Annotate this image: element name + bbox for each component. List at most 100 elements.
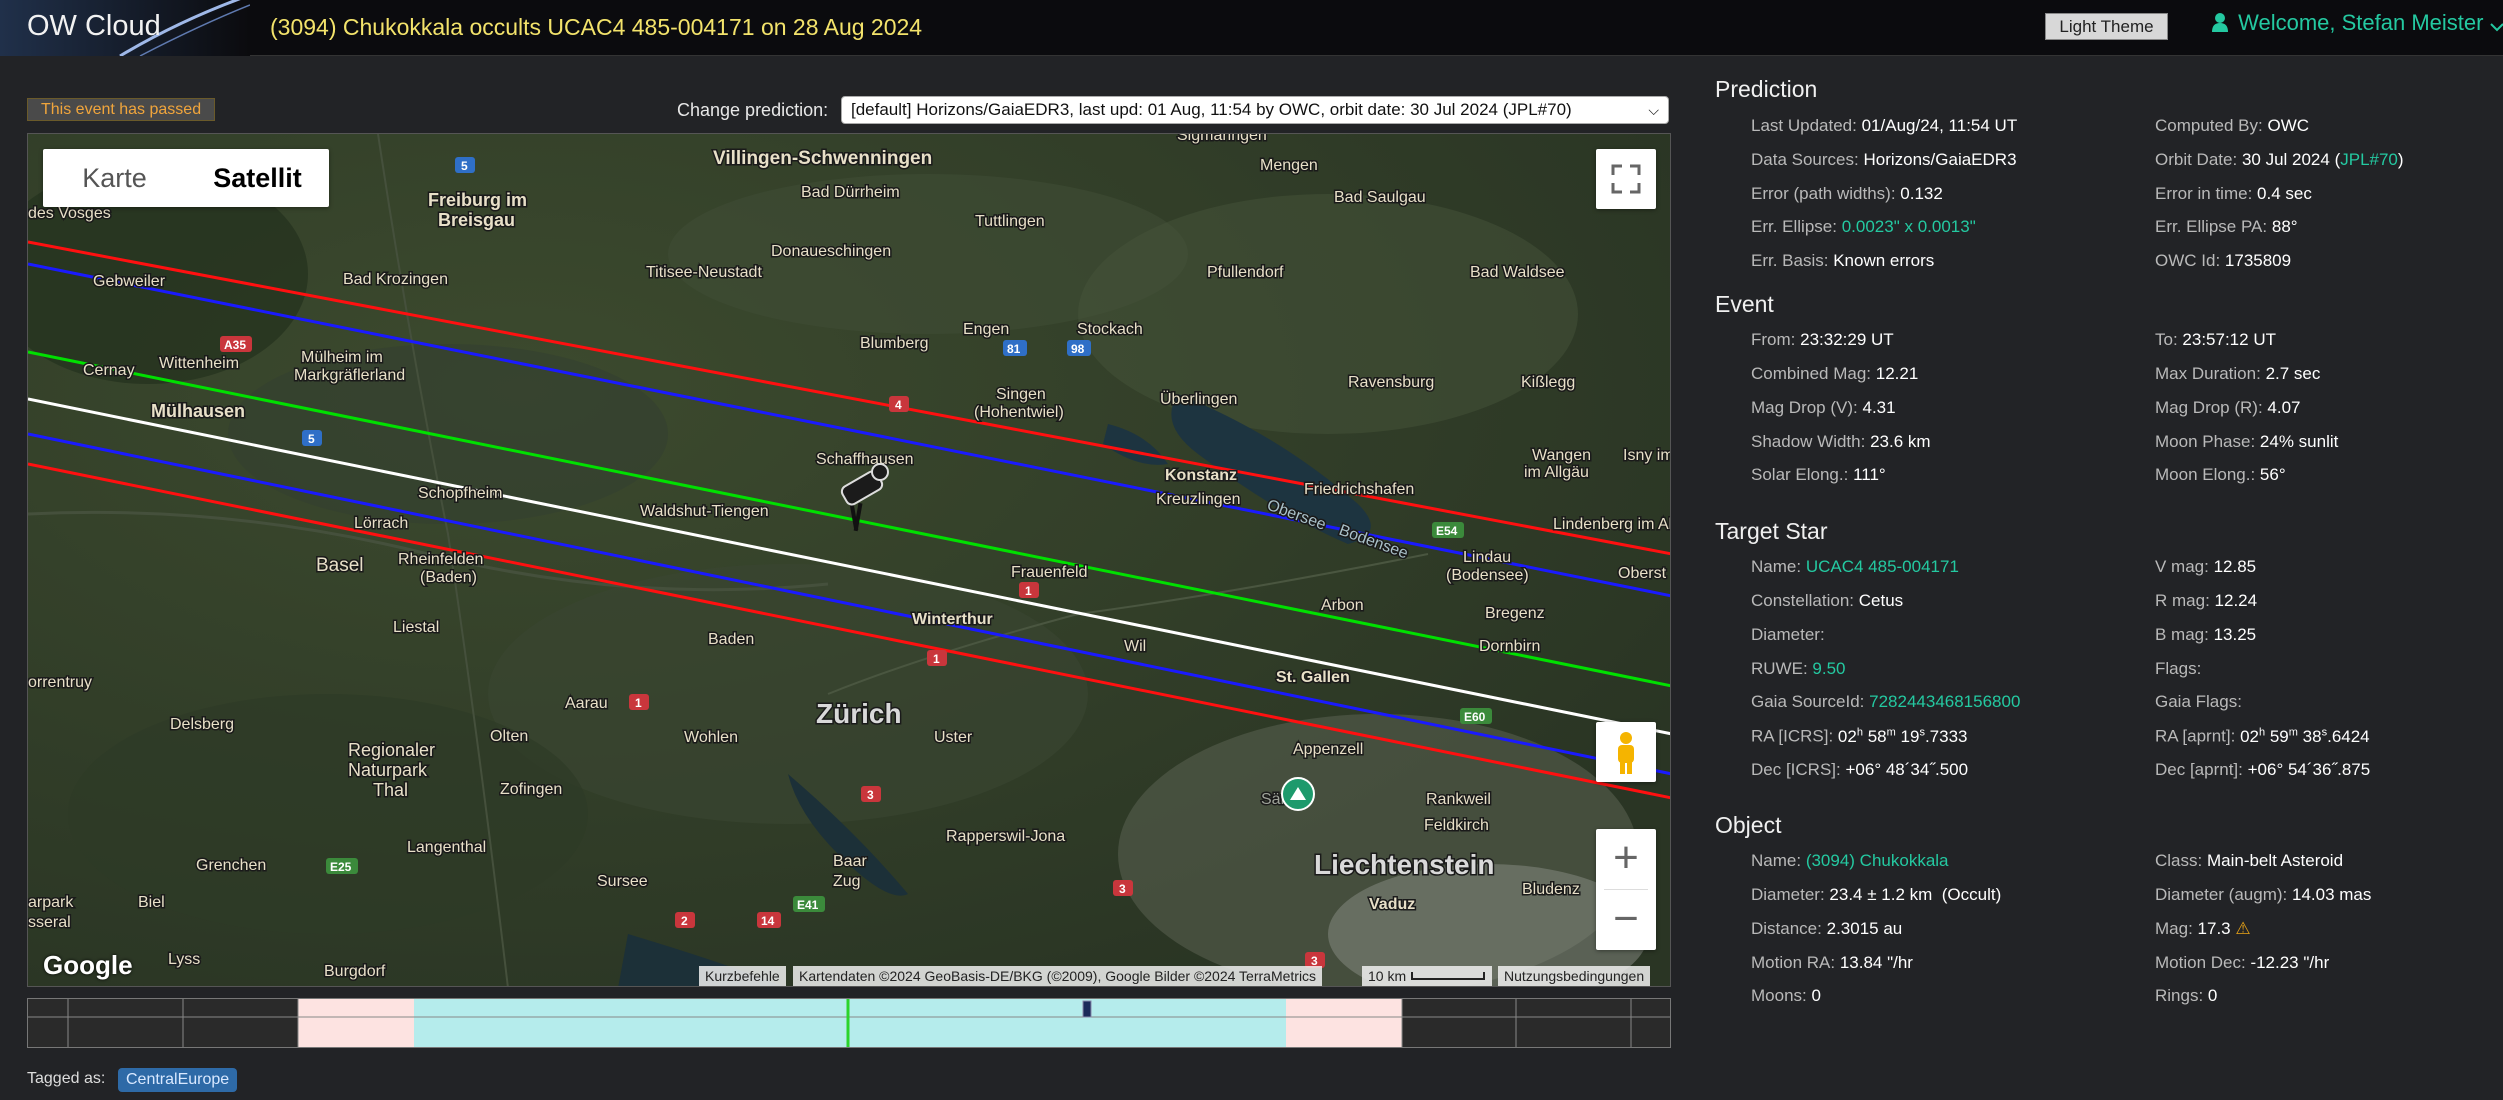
dec-aprnt-row: Dec [aprnt]: +06° 54´36˝.875 — [2155, 760, 2371, 779]
svg-text:Mülheim im: Mülheim im — [301, 349, 383, 366]
svg-text:3: 3 — [867, 788, 874, 802]
error-time-row: Error in time: 0.4 sec — [2155, 184, 2312, 203]
svg-text:Feldkirch: Feldkirch — [1424, 817, 1489, 834]
svg-text:Lörrach: Lörrach — [354, 515, 408, 532]
street-view-button[interactable] — [1596, 722, 1656, 782]
svg-text:Olten: Olten — [490, 728, 528, 745]
event-timeline[interactable] — [27, 998, 1671, 1048]
svg-text:Isny im: Isny im — [1623, 447, 1671, 464]
svg-text:1: 1 — [635, 696, 642, 710]
svg-text:Sigmaringen: Sigmaringen — [1177, 134, 1267, 144]
svg-text:Arbon: Arbon — [1321, 597, 1364, 614]
err-ellipse-row: Err. Ellipse: 0.0023" x 0.0013" — [1751, 217, 1976, 236]
v-mag-row: V mag: 12.85 — [2155, 557, 2257, 576]
svg-text:14: 14 — [761, 914, 775, 928]
keyboard-shortcuts-link[interactable]: Kurzbefehle — [699, 966, 786, 986]
svg-text:Konstanz: Konstanz — [1165, 467, 1237, 484]
object-name-link[interactable]: (3094) Chukokkala — [1806, 851, 1949, 870]
light-theme-button[interactable]: Light Theme — [2045, 13, 2168, 40]
b-mag-row: B mag: 13.25 — [2155, 625, 2257, 644]
svg-text:Pfullendorf: Pfullendorf — [1207, 264, 1284, 281]
svg-text:Zofingen: Zofingen — [500, 781, 562, 798]
svg-text:Breisgau: Breisgau — [438, 210, 515, 230]
object-name-row: Name: (3094) Chukokkala — [1751, 851, 1949, 870]
warning-icon[interactable]: ⚠ — [2235, 919, 2250, 938]
ruwe-link[interactable]: 9.50 — [1812, 659, 1845, 678]
err-ellipse-link[interactable]: 0.0023" x 0.0013" — [1842, 217, 1976, 236]
svg-text:Burgdorf: Burgdorf — [324, 963, 386, 980]
svg-text:E60: E60 — [1464, 710, 1486, 724]
svg-text:Kißlegg: Kißlegg — [1521, 374, 1575, 391]
svg-text:Appenzell: Appenzell — [1293, 741, 1363, 758]
prediction-section-title: Prediction — [1715, 76, 1818, 102]
event-title: (3094) Chukokkala occults UCAC4 485-0041… — [270, 14, 923, 40]
svg-text:Uster: Uster — [934, 729, 973, 746]
svg-text:Frauenfeld: Frauenfeld — [1011, 564, 1088, 581]
user-menu[interactable]: Welcome, Stefan Meister — [2212, 10, 2503, 36]
timeline-graphic — [28, 999, 1670, 1047]
svg-text:Wohlen: Wohlen — [684, 729, 738, 746]
svg-text:Dornbirn: Dornbirn — [1479, 638, 1540, 655]
svg-text:Überlingen: Überlingen — [1160, 390, 1237, 408]
svg-text:Regionaler: Regionaler — [348, 740, 435, 760]
mag-drop-r-row: Mag Drop (R): 4.07 — [2155, 398, 2301, 417]
event-passed-badge: This event has passed — [27, 98, 216, 121]
svg-text:Lindau: Lindau — [1463, 549, 1511, 566]
map-data-attribution[interactable]: Kartendaten ©2024 GeoBasis-DE/BKG (©2009… — [793, 966, 1323, 986]
star-name-link[interactable]: UCAC4 485-004171 — [1806, 557, 1959, 576]
moons-row: Moons: 0 — [1751, 986, 1821, 1005]
jpl-orbit-link[interactable]: JPL#70 — [2340, 150, 2398, 169]
svg-text:Baar: Baar — [833, 853, 867, 870]
svg-text:arpark: arpark — [28, 894, 74, 911]
map-type-karte-button[interactable]: Karte — [43, 149, 186, 207]
moon-elong-row: Moon Elong.: 56° — [2155, 465, 2286, 484]
err-ellipse-pa-row: Err. Ellipse PA: 88° — [2155, 217, 2298, 236]
prediction-select-value: [default] Horizons/GaiaEDR3, last upd: 0… — [851, 100, 1572, 119]
timeline-position-marker[interactable] — [1082, 1000, 1092, 1018]
fullscreen-button[interactable] — [1596, 149, 1656, 209]
svg-text:Lyss: Lyss — [168, 951, 200, 968]
zoom-in-button[interactable]: + — [1596, 829, 1656, 889]
svg-text:sseral: sseral — [28, 914, 71, 931]
constellation-row: Constellation: Cetus — [1751, 591, 1904, 610]
mag-drop-v-row: Mag Drop (V): 4.31 — [1751, 398, 1896, 417]
logo-text: OW Cloud — [27, 10, 161, 42]
svg-text:Oberst: Oberst — [1618, 565, 1667, 582]
prediction-select[interactable]: [default] Horizons/GaiaEDR3, last upd: 0… — [841, 96, 1669, 124]
object-diameter-row: Diameter: 23.4 ± 1.2 km (Occult) — [1751, 885, 2002, 904]
svg-text:81: 81 — [1007, 342, 1021, 356]
svg-text:1: 1 — [1025, 584, 1032, 598]
data-sources-row: Data Sources: Horizons/GaiaEDR3 — [1751, 150, 2017, 169]
error-path-row: Error (path widths): 0.132 — [1751, 184, 1943, 203]
mountain-icon[interactable] — [1281, 777, 1315, 811]
pegman-icon — [1618, 732, 1634, 774]
svg-text:Friedrichshafen: Friedrichshafen — [1304, 481, 1414, 498]
ra-aprnt-row: RA [aprnt]: 02h 59m 38s.6424 — [2155, 726, 2370, 746]
change-prediction-label: Change prediction: — [677, 100, 829, 120]
app-logo[interactable]: OW Cloud — [0, 0, 250, 56]
zoom-control: + − — [1596, 829, 1656, 950]
svg-text:Schaffhausen: Schaffhausen — [816, 451, 914, 468]
svg-text:Basel: Basel — [316, 555, 364, 576]
svg-text:Wil: Wil — [1124, 638, 1146, 655]
gaia-sourceid-link[interactable]: 7282443468156800 — [1869, 692, 2020, 711]
svg-text:Baden: Baden — [708, 631, 754, 648]
combined-mag-row: Combined Mag: 12.21 — [1751, 364, 1919, 383]
terms-of-use-link[interactable]: Nutzungsbedingungen — [1498, 966, 1651, 986]
zoom-out-button[interactable]: − — [1596, 890, 1656, 950]
svg-text:Delsberg: Delsberg — [170, 716, 234, 733]
svg-text:Blumberg: Blumberg — [860, 335, 928, 352]
err-basis-row: Err. Basis: Known errors — [1751, 251, 1935, 270]
orbit-date-row: Orbit Date: 30 Jul 2024 (JPL#70) — [2155, 150, 2404, 169]
event-section-title: Event — [1715, 291, 1774, 317]
map-type-satellit-button[interactable]: Satellit — [186, 149, 329, 207]
occultation-map[interactable]: 5 A35 81 98 4 5 E54 1 1 E60 1 3 E25 3 E4… — [27, 133, 1671, 987]
tagged-as-label: Tagged as: — [27, 1070, 106, 1087]
svg-text:E54: E54 — [1436, 524, 1458, 538]
scale-bar[interactable]: 10 km — [1362, 966, 1493, 986]
svg-text:Engen: Engen — [963, 321, 1009, 338]
last-updated-row: Last Updated: 01/Aug/24, 11:54 UT — [1751, 116, 2018, 135]
svg-text:im Allgäu: im Allgäu — [1524, 464, 1589, 481]
svg-text:St. Gallen: St. Gallen — [1276, 669, 1350, 686]
tag-centraleurope[interactable]: CentralEurope — [118, 1068, 238, 1092]
